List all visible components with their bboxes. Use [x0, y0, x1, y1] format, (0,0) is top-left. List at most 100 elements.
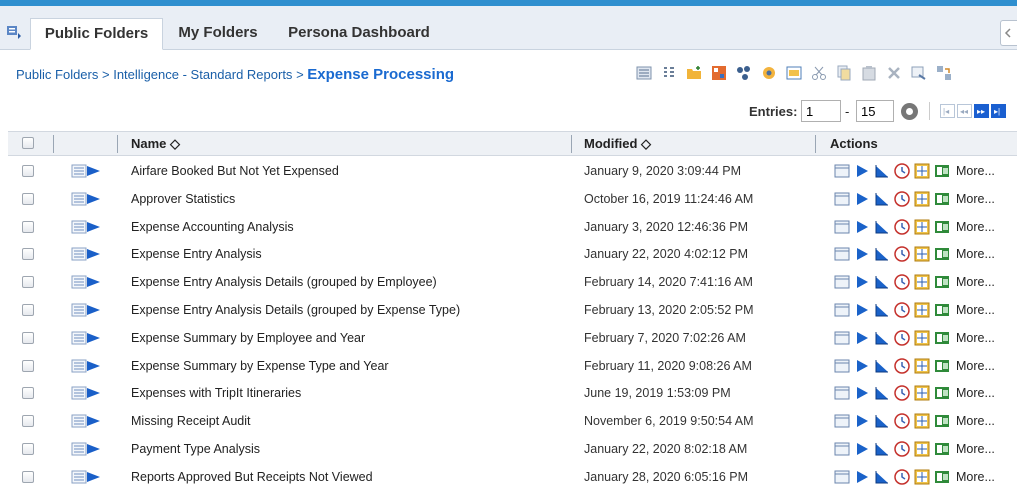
prev-page-icon[interactable]: ◂◂ [957, 104, 972, 118]
table-row[interactable]: Expense Summary by Employee and Year Feb… [8, 324, 1017, 352]
chart-icon[interactable] [874, 274, 890, 290]
favorites-icon[interactable] [761, 65, 777, 81]
chart-icon[interactable] [874, 385, 890, 401]
run-icon[interactable] [854, 302, 870, 318]
next-page-icon[interactable]: ▸▸ [974, 104, 989, 118]
folder-tree-icon[interactable] [6, 24, 22, 40]
more-link[interactable]: More... [956, 247, 995, 261]
report-name[interactable]: Expense Entry Analysis Details (grouped … [131, 303, 460, 317]
excel-icon[interactable] [934, 219, 950, 235]
chart-icon[interactable] [874, 413, 890, 429]
report-name[interactable]: Expense Accounting Analysis [131, 220, 294, 234]
more-link[interactable]: More... [956, 386, 995, 400]
schedule-icon[interactable] [894, 358, 910, 374]
row-checkbox[interactable] [22, 415, 34, 427]
new-folder-icon[interactable] [686, 65, 702, 81]
list-view-icon[interactable] [636, 65, 652, 81]
run-icon[interactable] [854, 469, 870, 485]
row-checkbox[interactable] [22, 193, 34, 205]
properties-icon[interactable] [786, 65, 802, 81]
chart-icon[interactable] [874, 330, 890, 346]
share-icon[interactable] [736, 65, 752, 81]
breadcrumb-item-public-folders[interactable]: Public Folders [16, 67, 98, 82]
table-row[interactable]: Expense Summary by Expense Type and Year… [8, 352, 1017, 380]
go-button[interactable] [901, 103, 918, 120]
grid-icon[interactable] [914, 219, 930, 235]
run-icon[interactable] [854, 191, 870, 207]
more-link[interactable]: More... [956, 220, 995, 234]
schedule-icon[interactable] [894, 413, 910, 429]
excel-icon[interactable] [934, 358, 950, 374]
grid-icon[interactable] [914, 246, 930, 262]
excel-icon[interactable] [934, 385, 950, 401]
tab-public-folders[interactable]: Public Folders [30, 18, 163, 50]
cut-icon[interactable] [811, 65, 827, 81]
row-checkbox[interactable] [22, 471, 34, 483]
tab-persona-dashboard[interactable]: Persona Dashboard [273, 18, 445, 50]
schedule-icon[interactable] [894, 469, 910, 485]
report-name[interactable]: Payment Type Analysis [131, 442, 260, 456]
excel-icon[interactable] [934, 302, 950, 318]
chart-icon[interactable] [874, 219, 890, 235]
run-icon[interactable] [854, 441, 870, 457]
row-checkbox[interactable] [22, 443, 34, 455]
row-checkbox[interactable] [22, 332, 34, 344]
grid-icon[interactable] [914, 191, 930, 207]
export-icon[interactable] [911, 65, 927, 81]
row-checkbox[interactable] [22, 248, 34, 260]
view-icon[interactable] [834, 219, 850, 235]
column-header-name[interactable]: Name ◇ [131, 132, 180, 155]
run-icon[interactable] [854, 385, 870, 401]
schedule-icon[interactable] [894, 385, 910, 401]
import-icon[interactable] [936, 65, 952, 81]
schedule-icon[interactable] [894, 274, 910, 290]
excel-icon[interactable] [934, 274, 950, 290]
tab-my-folders[interactable]: My Folders [163, 18, 273, 50]
last-page-icon[interactable]: ▸| [991, 104, 1006, 118]
run-icon[interactable] [854, 163, 870, 179]
excel-icon[interactable] [934, 191, 950, 207]
excel-icon[interactable] [934, 330, 950, 346]
report-name[interactable]: Reports Approved But Receipts Not Viewed [131, 470, 373, 484]
excel-icon[interactable] [934, 441, 950, 457]
table-row[interactable]: Reports Approved But Receipts Not Viewed… [8, 463, 1017, 487]
view-icon[interactable] [834, 246, 850, 262]
chart-icon[interactable] [874, 302, 890, 318]
schedule-icon[interactable] [894, 246, 910, 262]
delete-icon[interactable] [886, 65, 902, 81]
run-icon[interactable] [854, 330, 870, 346]
report-name[interactable]: Expense Entry Analysis Details (grouped … [131, 275, 437, 289]
row-checkbox[interactable] [22, 276, 34, 288]
grid-icon[interactable] [914, 274, 930, 290]
more-link[interactable]: More... [956, 359, 995, 373]
schedule-icon[interactable] [894, 219, 910, 235]
chart-icon[interactable] [874, 441, 890, 457]
more-link[interactable]: More... [956, 442, 995, 456]
report-name[interactable]: Expenses with TripIt Itineraries [131, 386, 301, 400]
grid-icon[interactable] [914, 385, 930, 401]
run-icon[interactable] [854, 413, 870, 429]
schedule-icon[interactable] [894, 163, 910, 179]
more-link[interactable]: More... [956, 331, 995, 345]
view-icon[interactable] [834, 358, 850, 374]
copy-icon[interactable] [836, 65, 852, 81]
select-all-checkbox[interactable] [22, 137, 34, 149]
view-icon[interactable] [834, 469, 850, 485]
breadcrumb-item-intelligence[interactable]: Intelligence - Standard Reports [113, 67, 292, 82]
more-link[interactable]: More... [956, 303, 995, 317]
first-page-icon[interactable]: |◂ [940, 104, 955, 118]
view-icon[interactable] [834, 441, 850, 457]
paste-icon[interactable] [861, 65, 877, 81]
table-row[interactable]: Approver Statistics October 16, 2019 11:… [8, 185, 1017, 213]
new-report-icon[interactable] [711, 65, 727, 81]
report-name[interactable]: Missing Receipt Audit [131, 414, 251, 428]
column-header-modified[interactable]: Modified ◇ [584, 132, 651, 155]
schedule-icon[interactable] [894, 441, 910, 457]
schedule-icon[interactable] [894, 330, 910, 346]
row-checkbox[interactable] [22, 360, 34, 372]
entries-to-input[interactable] [856, 100, 894, 122]
table-row[interactable]: Payment Type Analysis January 22, 2020 8… [8, 435, 1017, 463]
more-link[interactable]: More... [956, 470, 995, 484]
table-row[interactable]: Missing Receipt Audit November 6, 2019 9… [8, 407, 1017, 435]
table-row[interactable]: Airfare Booked But Not Yet Expensed Janu… [8, 157, 1017, 185]
